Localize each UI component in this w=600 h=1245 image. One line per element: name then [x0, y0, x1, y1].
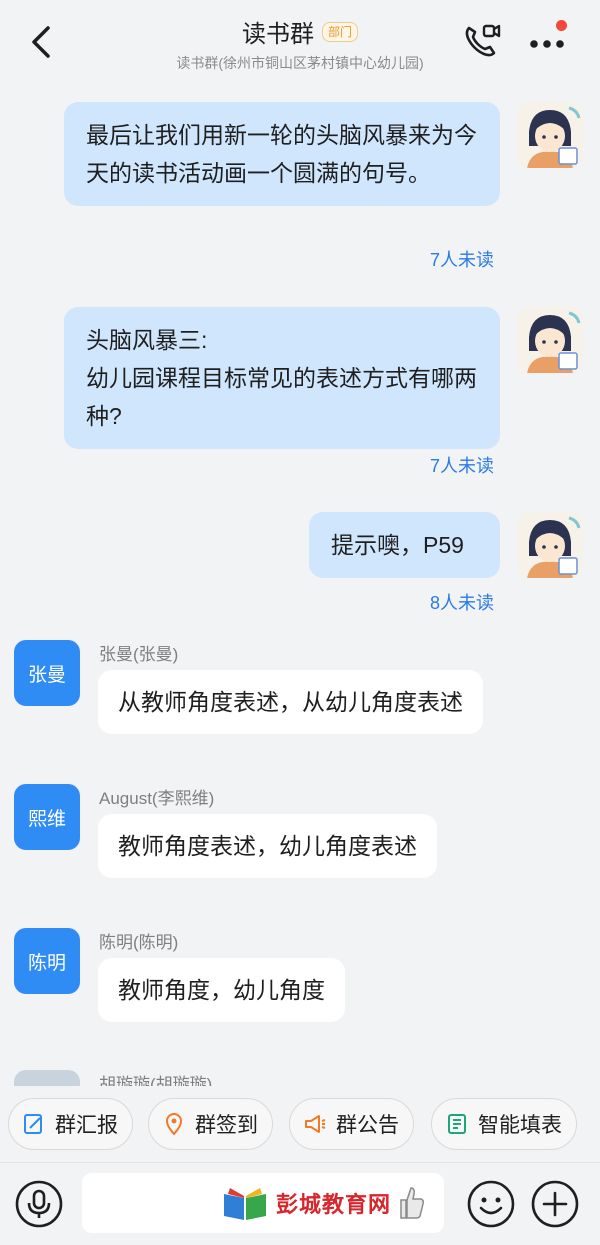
sender-name: 陈明(陈明)	[99, 933, 179, 952]
smart-form-button[interactable]: 智能填表	[431, 1098, 577, 1150]
watermark-logo: 彭城教育网	[222, 1178, 432, 1228]
chip-label: 群公告	[336, 1114, 399, 1137]
emoji-icon[interactable]	[466, 1179, 516, 1229]
outgoing-message-bubble[interactable]: 最后让我们用新一轮的头脑风暴来为今天的读书活动画一个圆满的句号。	[64, 102, 500, 206]
chat-header: 读书群 部门 读书群(徐州市铜山区茅村镇中心幼儿园)	[0, 0, 600, 82]
my-avatar[interactable]	[517, 102, 583, 168]
chat-subtitle: 读书群(徐州市铜山区茅村镇中心幼儿园)	[176, 55, 424, 71]
sender-avatar[interactable]: 张曼	[14, 640, 80, 706]
book-logo-icon	[224, 1188, 266, 1220]
notification-dot	[556, 20, 567, 31]
megaphone-icon	[302, 1111, 328, 1137]
outgoing-message-bubble[interactable]: 提示噢，P59	[309, 512, 500, 578]
sender-name: August(李熙维)	[99, 789, 215, 808]
location-pin-icon	[161, 1111, 187, 1137]
plus-icon[interactable]	[530, 1179, 580, 1229]
form-icon	[444, 1111, 470, 1137]
unread-count[interactable]: 7人未读	[380, 246, 494, 272]
my-avatar[interactable]	[517, 512, 583, 578]
group-report-button[interactable]: 群汇报	[8, 1098, 133, 1150]
my-avatar[interactable]	[517, 307, 583, 373]
title-block: 读书群 部门 读书群(徐州市铜山区茅村镇中心幼儿园)	[0, 14, 600, 73]
microphone-icon[interactable]	[14, 1179, 64, 1229]
sender-name: 张曼(张曼)	[99, 645, 179, 664]
chip-label: 智能填表	[478, 1114, 562, 1137]
incoming-message-bubble[interactable]: 教师角度，幼儿角度	[98, 958, 345, 1022]
thumbs-up-icon	[400, 1187, 425, 1219]
incoming-message-bubble[interactable]: 教师角度表述，幼儿角度表述	[98, 814, 437, 878]
chip-label: 群签到	[195, 1114, 258, 1137]
incoming-message-bubble[interactable]: 从教师角度表述，从幼儿角度表述	[98, 670, 483, 734]
chat-title[interactable]: 读书群	[242, 14, 314, 49]
chip-label: 群汇报	[55, 1114, 118, 1137]
outgoing-message-bubble[interactable]: 头脑风暴三: 幼儿园课程目标常见的表述方式有哪两种?	[64, 307, 500, 449]
unread-count[interactable]: 8人未读	[380, 589, 494, 615]
sender-avatar[interactable]: 熙维	[14, 784, 80, 850]
watermark-text: 彭城教育网	[276, 1193, 392, 1218]
report-icon	[21, 1111, 47, 1137]
department-badge: 部门	[321, 21, 358, 42]
video-call-icon[interactable]	[460, 20, 502, 62]
unread-count[interactable]: 7人未读	[380, 452, 494, 478]
sender-avatar[interactable]: 陈明	[14, 928, 80, 994]
quick-action-bar: 群汇报 群签到 群公告 智能填表	[0, 1086, 600, 1162]
group-checkin-button[interactable]: 群签到	[148, 1098, 273, 1150]
group-announcement-button[interactable]: 群公告	[289, 1098, 414, 1150]
more-icon[interactable]	[526, 22, 574, 62]
